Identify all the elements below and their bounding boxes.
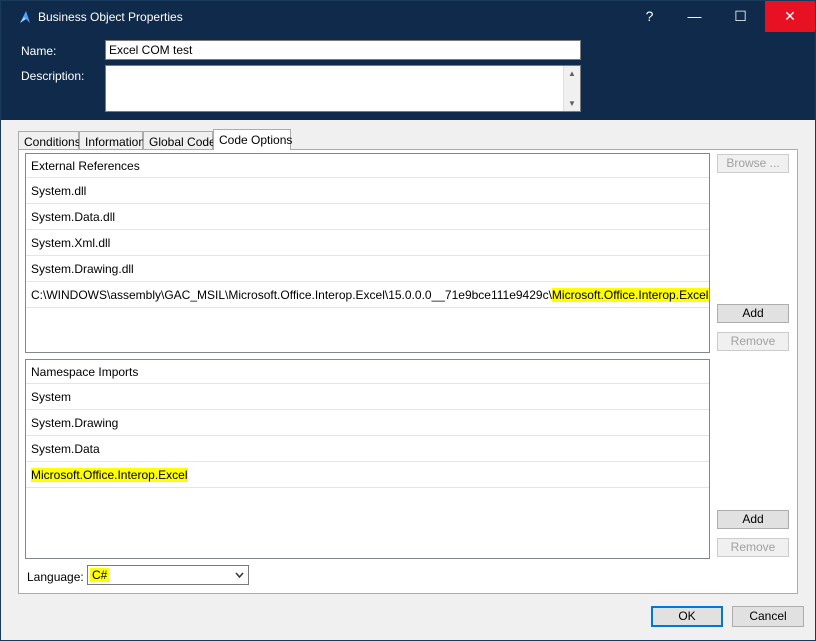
add-reference-button[interactable]: Add bbox=[717, 304, 789, 323]
name-label: Name: bbox=[21, 44, 57, 58]
language-select[interactable]: C# bbox=[87, 565, 249, 585]
cancel-button[interactable]: Cancel bbox=[732, 606, 804, 627]
namespace-highlight: Microsoft.Office.Interop.Excel bbox=[31, 468, 188, 482]
header-panel: Name: Description: ▲ ▼ bbox=[1, 32, 815, 120]
tab-code-options[interactable]: Code Options bbox=[213, 129, 292, 150]
list-item[interactable]: System bbox=[26, 384, 709, 410]
remove-namespace-button[interactable]: Remove bbox=[717, 538, 789, 557]
tab-conditions[interactable]: Conditions bbox=[18, 131, 81, 150]
description-input[interactable]: ▲ ▼ bbox=[105, 65, 581, 112]
help-button[interactable]: ? bbox=[626, 1, 673, 32]
scroll-down-icon[interactable]: ▼ bbox=[564, 96, 580, 111]
list-item[interactable]: System.Data bbox=[26, 436, 709, 462]
description-label: Description: bbox=[21, 69, 85, 83]
list-item[interactable]: System.Data.dll bbox=[26, 204, 709, 230]
description-scrollbar[interactable]: ▲ ▼ bbox=[563, 66, 580, 111]
list-item[interactable]: System.Drawing bbox=[26, 410, 709, 436]
title-bar[interactable]: Business Object Properties ? — ☐ ✕ bbox=[1, 1, 815, 32]
language-label: Language: bbox=[27, 570, 84, 584]
ok-button[interactable]: OK bbox=[651, 606, 723, 627]
list-item[interactable]: System.Xml.dll bbox=[26, 230, 709, 256]
name-input[interactable] bbox=[105, 40, 581, 60]
external-references-list[interactable]: External References System.dll System.Da… bbox=[25, 153, 710, 353]
scroll-up-icon[interactable]: ▲ bbox=[564, 66, 580, 81]
list-item[interactable]: C:\WINDOWS\assembly\GAC_MSIL\Microsoft.O… bbox=[26, 282, 709, 308]
tab-global-code[interactable]: Global Code bbox=[143, 131, 216, 150]
chevron-down-icon bbox=[235, 572, 244, 579]
close-button[interactable]: ✕ bbox=[765, 1, 815, 32]
namespace-imports-header: Namespace Imports bbox=[26, 360, 709, 384]
remove-reference-button[interactable]: Remove bbox=[717, 332, 789, 351]
list-item[interactable]: System.Drawing.dll bbox=[26, 256, 709, 282]
maximize-button[interactable]: ☐ bbox=[717, 1, 764, 32]
window-title: Business Object Properties bbox=[38, 10, 183, 24]
external-references-header: External References bbox=[26, 154, 709, 178]
app-icon bbox=[20, 11, 30, 23]
reference-path: C:\WINDOWS\assembly\GAC_MSIL\Microsoft.O… bbox=[31, 288, 552, 302]
reference-filename-highlight: Microsoft.Office.Interop.Excel.dll bbox=[551, 288, 709, 302]
list-item[interactable]: System.dll bbox=[26, 178, 709, 204]
list-item[interactable]: Microsoft.Office.Interop.Excel bbox=[26, 462, 709, 488]
tab-information[interactable]: Information bbox=[79, 131, 145, 150]
browse-button[interactable]: Browse ... bbox=[717, 154, 789, 173]
minimize-button[interactable]: — bbox=[671, 1, 718, 32]
add-namespace-button[interactable]: Add bbox=[717, 510, 789, 529]
namespace-imports-list[interactable]: Namespace Imports System System.Drawing … bbox=[25, 359, 710, 559]
business-object-properties-dialog: Business Object Properties ? — ☐ ✕ Name:… bbox=[0, 0, 816, 641]
language-value: C# bbox=[90, 568, 110, 582]
